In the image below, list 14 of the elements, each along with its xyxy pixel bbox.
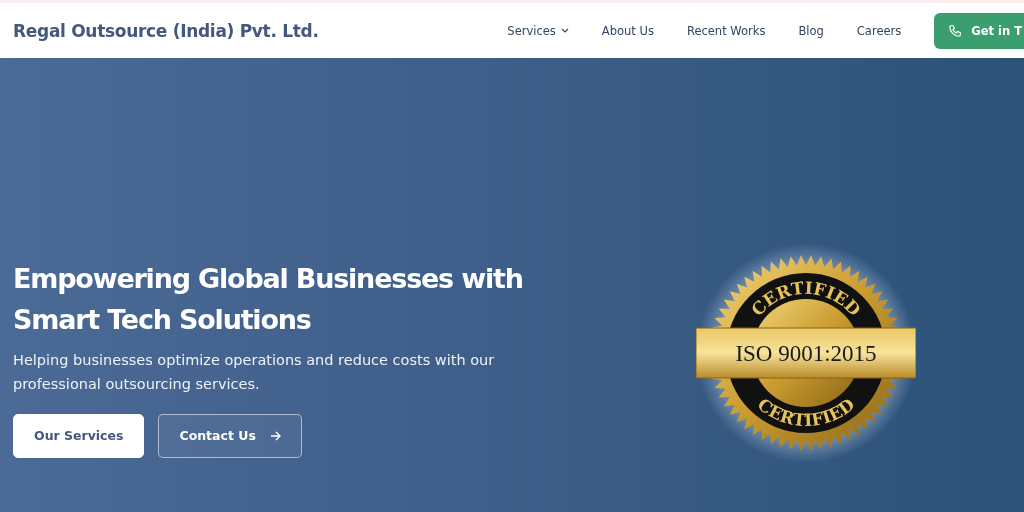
nav-link[interactable]: Services bbox=[507, 23, 569, 38]
company-logo[interactable]: Regal Outsource (India) Pvt. Ltd. bbox=[13, 20, 319, 41]
hero-subtitle: Helping businesses optimize operations and reduce costs with our professional outsourcing services. bbox=[13, 350, 496, 394]
seal-text: ISO 9001:2015 bbox=[735, 341, 877, 366]
seal-text: CERTIFIED bbox=[753, 394, 859, 431]
phone-icon bbox=[948, 23, 963, 38]
services-button[interactable]: Our Services bbox=[13, 413, 145, 458]
hero-heading: Empowering Global Businesses with Smart Tech Solutions bbox=[13, 261, 524, 337]
contact-button[interactable]: Contact Us bbox=[158, 413, 302, 458]
nav-link[interactable]: Blog bbox=[798, 23, 824, 38]
nav-link[interactable]: About Us bbox=[601, 23, 654, 38]
nav-link[interactable]: Careers bbox=[856, 23, 902, 38]
arrow-right-icon bbox=[269, 430, 281, 441]
nav-link[interactable]: Recent Works bbox=[686, 23, 766, 38]
